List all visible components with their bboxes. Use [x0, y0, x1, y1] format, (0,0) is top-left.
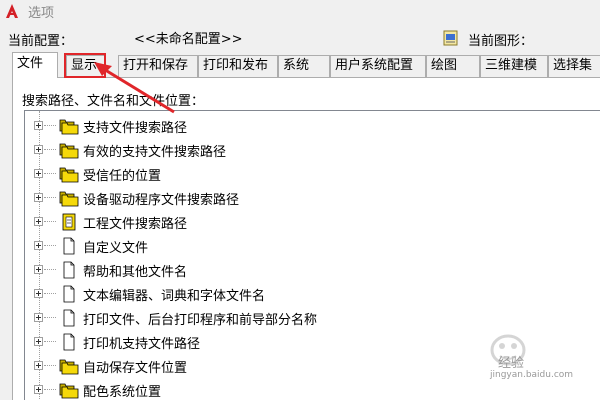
- config-row: 当前配置： <<未命名配置>> 当前图形：: [0, 28, 600, 49]
- expand-plus-icon[interactable]: [34, 121, 43, 130]
- folder-stack-icon: [59, 165, 79, 183]
- tree-item-label: 自定义文件: [83, 241, 149, 256]
- document-icon: [59, 309, 79, 327]
- tab-selection[interactable]: 选择集: [548, 55, 600, 77]
- expand-plus-icon[interactable]: [34, 217, 43, 226]
- tab-open-save[interactable]: 打开和保存: [118, 55, 198, 77]
- tree-connector: [44, 197, 56, 198]
- title-bar: 选项: [0, 0, 600, 22]
- expand-plus-icon[interactable]: [34, 289, 43, 298]
- tree-connector: [44, 221, 56, 222]
- expand-plus-icon[interactable]: [34, 193, 43, 202]
- tree-item-label: 文本编辑器、词典和字体文件名: [83, 289, 266, 304]
- tree-item[interactable]: 受信任的位置: [25, 162, 585, 186]
- folder-stack-icon: [59, 141, 79, 159]
- tree-connector: [44, 245, 56, 246]
- expand-plus-icon[interactable]: [34, 385, 43, 394]
- tree-connector: [44, 341, 56, 342]
- folder-stack-icon: [59, 381, 79, 399]
- folder-stack-icon: [59, 117, 79, 135]
- project-file-icon: [59, 213, 79, 231]
- display-tab-highlight: [64, 53, 106, 78]
- tree-connector: [44, 365, 56, 366]
- current-config-label: 当前配置：: [8, 34, 74, 49]
- expand-plus-icon[interactable]: [34, 145, 43, 154]
- tree-item-label: 受信任的位置: [83, 169, 162, 184]
- document-icon: [59, 285, 79, 303]
- tab-plot-publish[interactable]: 打印和发布: [198, 55, 278, 77]
- tree-item-label: 支持文件搜索路径: [83, 121, 188, 136]
- document-icon: [59, 237, 79, 255]
- watermark-url: jingyan.baidu.com: [490, 370, 574, 380]
- document-icon: [59, 333, 79, 351]
- current-drawing-label: 当前图形：: [468, 34, 534, 49]
- tab-drafting[interactable]: 绘图: [426, 55, 480, 77]
- tree-item-label: 自动保存文件位置: [83, 361, 188, 376]
- expand-plus-icon[interactable]: [34, 313, 43, 322]
- tree-item[interactable]: 工程文件搜索路径: [25, 210, 585, 234]
- tree-item-label: 打印文件、后台打印程序和前导部分名称: [83, 313, 318, 328]
- document-icon: [59, 261, 79, 279]
- expand-plus-icon[interactable]: [34, 265, 43, 274]
- search-paths-label: 搜索路径、文件名和文件位置：: [22, 94, 205, 109]
- current-config-value: <<未命名配置>>: [134, 32, 243, 47]
- tree-item-label: 设备驱动程序文件搜索路径: [83, 193, 240, 208]
- tree-item-label: 帮助和其他文件名: [83, 265, 188, 280]
- tree-connector: [44, 125, 56, 126]
- autocad-logo-icon: [4, 3, 20, 19]
- tab-3d-modeling[interactable]: 三维建模: [480, 55, 548, 77]
- tree-connector: [44, 269, 56, 270]
- tree-item[interactable]: 帮助和其他文件名: [25, 258, 585, 282]
- tree-item-label: 工程文件搜索路径: [83, 217, 188, 232]
- tree-item[interactable]: 支持文件搜索路径: [25, 114, 585, 138]
- tree-item[interactable]: 文本编辑器、词典和字体文件名: [25, 282, 585, 306]
- tab-system[interactable]: 系统: [278, 55, 330, 77]
- tree-item-label: 打印机支持文件路径: [83, 337, 201, 352]
- tree-item-label: 配色系统位置: [83, 385, 162, 400]
- window-title: 选项: [28, 5, 55, 21]
- expand-plus-icon[interactable]: [34, 361, 43, 370]
- tree-item-label: 有效的支持文件搜索路径: [83, 145, 227, 160]
- tree-item[interactable]: 设备驱动程序文件搜索路径: [25, 186, 585, 210]
- tree-connector: [44, 293, 56, 294]
- tree-item[interactable]: 自定义文件: [25, 234, 585, 258]
- tree-connector: [44, 317, 56, 318]
- tab-files[interactable]: 文件: [12, 52, 58, 78]
- folder-stack-icon: [59, 357, 79, 375]
- drawing-file-icon: [442, 29, 460, 47]
- tree-item[interactable]: 有效的支持文件搜索路径: [25, 138, 585, 162]
- tree-connector: [44, 173, 56, 174]
- expand-plus-icon[interactable]: [34, 337, 43, 346]
- expand-plus-icon[interactable]: [34, 241, 43, 250]
- tab-user-preferences[interactable]: 用户系统配置: [330, 55, 426, 77]
- watermark-text: 经验: [498, 356, 525, 371]
- folder-stack-icon: [59, 189, 79, 207]
- tree-connector: [44, 149, 56, 150]
- tree-connector: [44, 389, 56, 390]
- expand-plus-icon[interactable]: [34, 169, 43, 178]
